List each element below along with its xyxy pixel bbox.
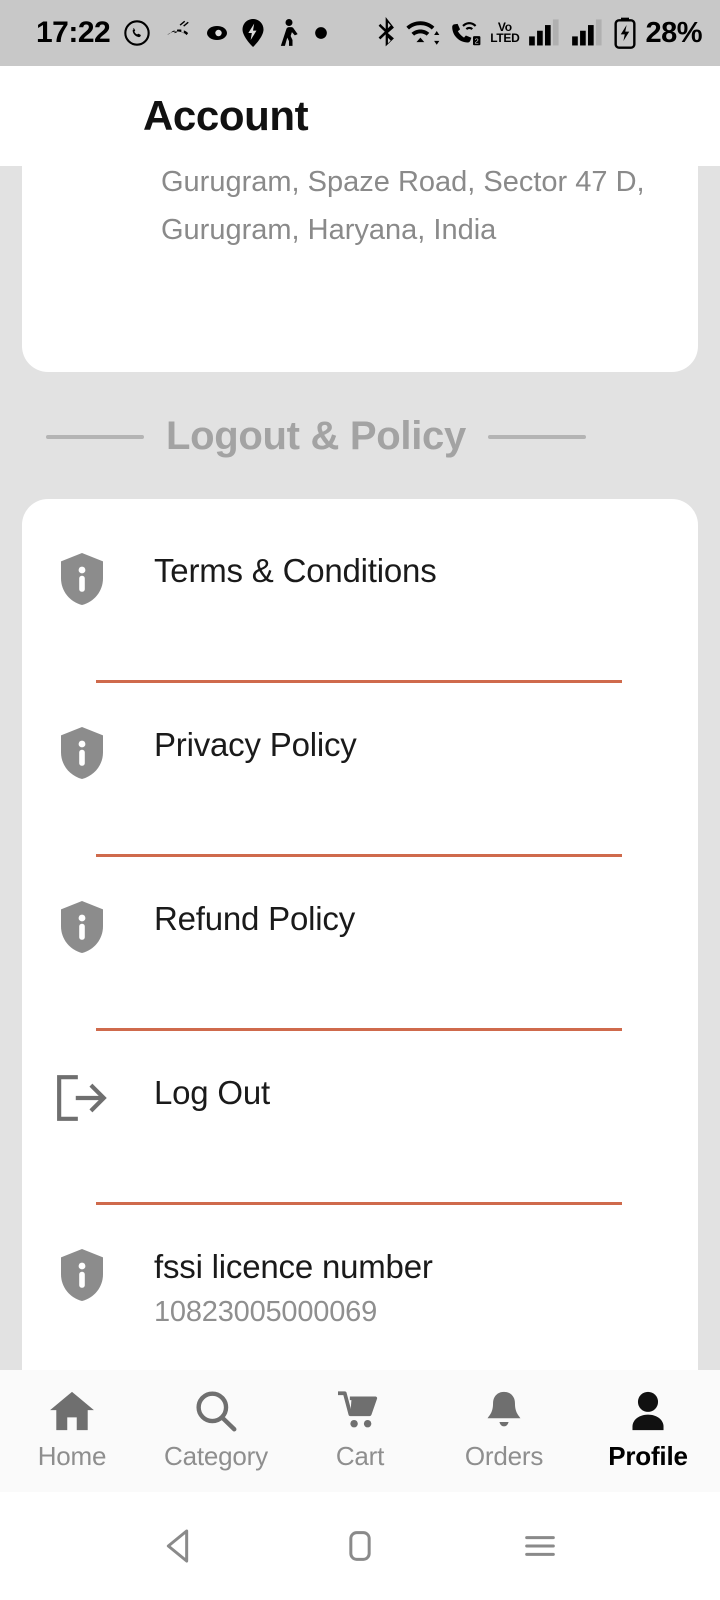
content-area[interactable]: Gurugram, Spaze Road, Sector 47 D, Gurug… xyxy=(0,166,720,1370)
nav-item-cart[interactable]: Cart xyxy=(288,1390,432,1472)
section-rule-left xyxy=(46,434,144,439)
list-item-text: Log Out xyxy=(154,1073,270,1113)
nav-item-category[interactable]: Category xyxy=(144,1390,288,1472)
home-square-icon[interactable] xyxy=(315,1526,405,1566)
nav-label-home: Home xyxy=(37,1441,107,1471)
list-item-label: Log Out xyxy=(154,1074,271,1111)
address-line-2: Gurugram, Haryana, India xyxy=(161,214,497,246)
nav-item-home[interactable]: Home xyxy=(0,1390,144,1472)
shield-info-icon xyxy=(54,551,110,607)
person-icon xyxy=(626,1390,670,1432)
list-item-privacy-policy[interactable]: Privacy Policy xyxy=(22,683,698,857)
battery-charging-icon xyxy=(614,17,636,49)
volte-icon: Vo LTED xyxy=(490,21,520,45)
search-icon xyxy=(194,1390,238,1432)
nav-label-orders: Orders xyxy=(464,1441,544,1471)
back-icon[interactable] xyxy=(135,1526,225,1566)
nav-label-cart: Cart xyxy=(335,1441,385,1471)
list-item-terms-and-conditions[interactable]: Terms & Conditions xyxy=(22,509,698,683)
signal-bars-sim2-icon xyxy=(571,18,605,48)
shield-info-icon xyxy=(54,725,110,781)
nav-item-orders[interactable]: Orders xyxy=(432,1390,576,1472)
recents-icon[interactable] xyxy=(495,1526,585,1566)
list-item-log-out[interactable]: Log Out xyxy=(22,1031,698,1205)
list-item-text: Terms & Conditions xyxy=(154,551,437,591)
whatsapp-icon xyxy=(123,19,151,47)
system-navigation-bar xyxy=(0,1492,720,1600)
fssi-licence-number-value: 10823005000069 xyxy=(154,1296,377,1328)
section-title: Logout & Policy xyxy=(166,414,466,458)
person-walking-icon xyxy=(277,19,301,47)
volte-line-2: LTED xyxy=(490,31,520,45)
section-header-logout-policy: Logout & Policy xyxy=(22,414,698,459)
missed-call-icon xyxy=(164,20,192,46)
list-item-text: fssi licence number 10823005000069 xyxy=(154,1247,433,1333)
nav-item-profile[interactable]: Profile xyxy=(576,1390,720,1472)
cart-icon xyxy=(338,1390,382,1432)
nav-label-profile: Profile xyxy=(608,1441,688,1471)
wifi-calling-icon: 2 xyxy=(449,18,481,48)
list-item-label: Terms & Conditions xyxy=(154,552,437,589)
address-card[interactable]: Gurugram, Spaze Road, Sector 47 D, Gurug… xyxy=(22,166,698,372)
app-screen: 17:22 2 Vo LTED 28% Account Gurugram, Sp… xyxy=(0,0,720,1600)
bottom-navigation: Home Category Cart Orders Profile xyxy=(0,1370,720,1492)
location-pin-icon xyxy=(242,19,264,47)
battery-percent-label: 28% xyxy=(645,16,702,49)
status-bar-clock: 17:22 xyxy=(36,16,111,49)
list-item-label: Refund Policy xyxy=(154,900,356,937)
section-rule-right xyxy=(487,434,586,439)
bluetooth-icon xyxy=(377,17,397,49)
status-bar-left: 17:22 xyxy=(36,16,328,50)
shield-info-icon xyxy=(54,899,110,955)
list-item-text: Privacy Policy xyxy=(154,725,357,765)
list-item-label: Privacy Policy xyxy=(154,726,357,763)
list-item-fssi-licence-number[interactable]: fssi licence number 10823005000069 xyxy=(22,1205,698,1333)
bell-icon xyxy=(482,1390,526,1432)
list-item-label: fssi licence number xyxy=(154,1248,433,1285)
page-title: Account xyxy=(143,92,309,139)
eye-icon xyxy=(205,23,229,43)
policy-card: Terms & Conditions Privacy Policy Refund… xyxy=(22,499,698,1370)
list-item-text: Refund Policy xyxy=(154,899,355,939)
status-bar-right: 2 Vo LTED 28% xyxy=(377,17,702,50)
status-bar: 17:22 2 Vo LTED 28% xyxy=(0,0,720,66)
app-header: Account xyxy=(0,66,720,166)
shield-info-icon xyxy=(54,1247,110,1303)
svg-text:2: 2 xyxy=(475,37,479,46)
list-item-refund-policy[interactable]: Refund Policy xyxy=(22,857,698,1031)
nav-label-category: Category xyxy=(164,1441,268,1471)
home-icon xyxy=(50,1390,94,1432)
dot-icon xyxy=(314,26,328,40)
logout-icon xyxy=(54,1073,110,1123)
signal-bars-sim1-icon xyxy=(528,18,562,48)
wifi-icon xyxy=(406,18,440,48)
address-line-1: Gurugram, Spaze Road, Sector 47 D, xyxy=(161,166,645,198)
